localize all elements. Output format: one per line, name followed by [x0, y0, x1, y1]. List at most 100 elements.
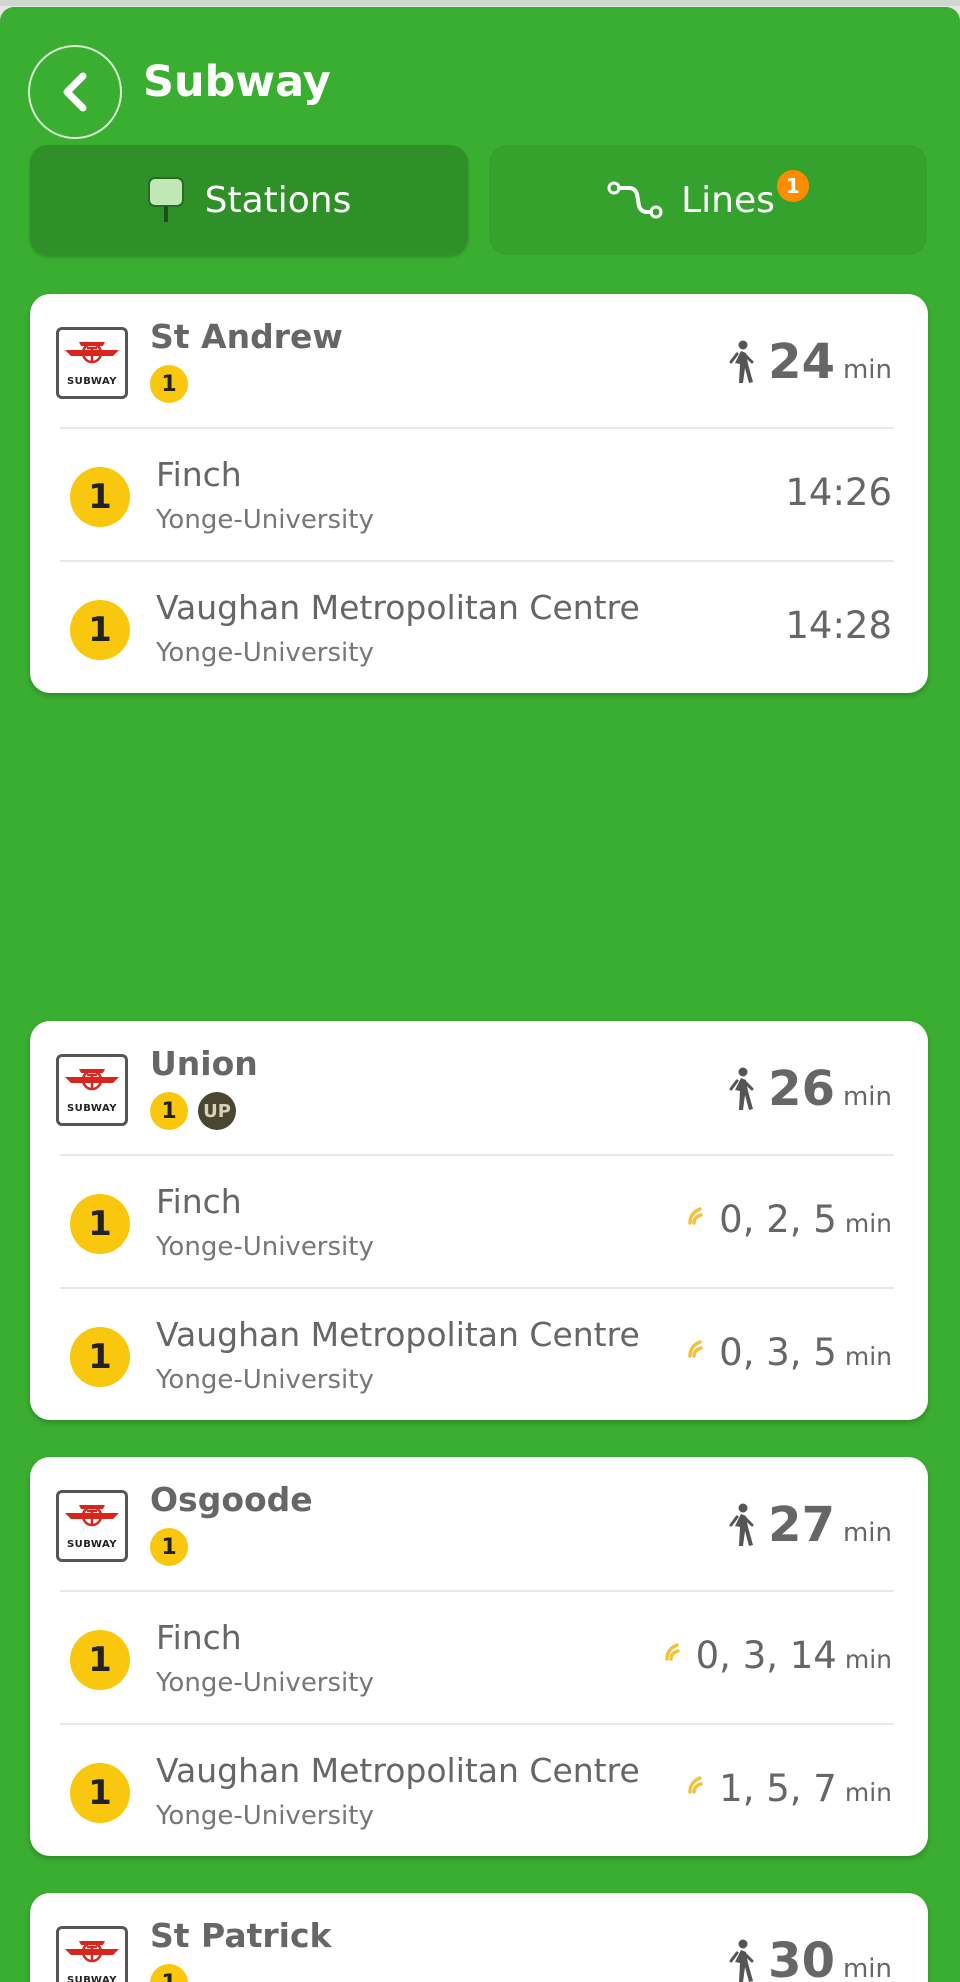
walking-person-icon	[728, 340, 754, 388]
departure-value: 0, 3, 14	[695, 1634, 837, 1677]
departure-unit: min	[844, 1209, 892, 1238]
tab-lines-label: Lines	[681, 179, 775, 221]
walking-person-icon	[728, 1939, 754, 1982]
walk-time: 26 min	[728, 1061, 892, 1117]
station-card[interactable]: SUBWAY St Andrew 1 24 min 1 Finch Yonge-Univers…	[30, 294, 928, 693]
logo-text: SUBWAY	[66, 376, 117, 387]
line-name: Yonge-University	[156, 1232, 374, 1262]
departure-time: 0, 2, 5 min	[687, 1198, 892, 1241]
departure-row[interactable]: 1 Vaughan Metropolitan Centre Yonge-Univer…	[30, 1723, 928, 1856]
departure-value: 0, 3, 5	[719, 1331, 837, 1374]
line-chip: 1	[70, 467, 130, 527]
logo-text: SUBWAY	[66, 1539, 117, 1550]
lines-badge: 1	[776, 170, 809, 202]
walking-person-icon	[728, 1067, 754, 1115]
logo-text: SUBWAY	[66, 1975, 117, 1982]
line-chip: 1	[70, 1763, 130, 1823]
departure-row[interactable]: 1 Finch Yonge-University 0, 2, 5 min	[30, 1154, 928, 1287]
line-chip: 1	[150, 1528, 188, 1566]
departure-row[interactable]: 1 Vaughan Metropolitan Centre Yonge-Univer…	[30, 1287, 928, 1420]
walk-time: 27 min	[728, 1497, 892, 1553]
line-chip: 1	[150, 1964, 188, 1982]
station-name: Union	[150, 1044, 258, 1083]
station-header[interactable]: SUBWAY Osgoode 1 27 min	[30, 1457, 928, 1590]
station-name: St Patrick	[150, 1916, 332, 1955]
tab-stations[interactable]: Stations	[30, 145, 468, 255]
station-header[interactable]: SUBWAY Union 1 UP 26 min	[30, 1021, 928, 1154]
station-card[interactable]: SUBWAY Union 1 UP 26 min 1 Finch Yonge-Universit…	[30, 1021, 928, 1420]
departure-time: 0, 3, 14 min	[664, 1634, 892, 1677]
departure-value: 1, 5, 7	[719, 1767, 837, 1810]
station-name: St Andrew	[150, 317, 343, 356]
walk-time: 24 min	[728, 334, 892, 390]
station-lines: 1	[150, 365, 198, 403]
destination-name: Finch	[156, 1182, 242, 1221]
walk-unit: min	[842, 1518, 892, 1548]
line-name: Yonge-University	[156, 1365, 374, 1395]
tab-lines[interactable]: Lines 1	[489, 145, 927, 255]
line-name: Yonge-University	[156, 1668, 374, 1698]
station-card[interactable]: SUBWAY St Patrick 1 30min	[30, 1893, 928, 1982]
line-chip: 1	[70, 600, 130, 660]
back-button[interactable]	[28, 45, 122, 139]
departure-row[interactable]: 1 Vaughan Metropolitan Centre Yonge-Univer…	[30, 560, 928, 693]
destination-name: Finch	[156, 455, 242, 494]
departure-unit: min	[844, 1778, 892, 1807]
departure-unit: min	[844, 1342, 892, 1371]
walk-unit: min	[842, 355, 892, 385]
realtime-signal-icon	[687, 1325, 709, 1368]
departure-unit: min	[844, 1645, 892, 1674]
station-lines: 1	[150, 1528, 198, 1566]
station-card[interactable]: SUBWAY Osgoode 1 27 min 1 Finch Yonge-Universit…	[30, 1457, 928, 1856]
station-name: Osgoode	[150, 1480, 313, 1519]
station-lines: 1 UP	[150, 1092, 246, 1130]
destination-name: Finch	[156, 1618, 242, 1657]
walking-person-icon	[728, 1503, 754, 1551]
ttc-subway-logo: SUBWAY	[56, 327, 128, 399]
departure-time: 0, 3, 5 min	[687, 1331, 892, 1374]
walk-minutes: 27	[768, 1497, 835, 1553]
departure-time: 14:28	[785, 604, 892, 647]
line-name: Yonge-University	[156, 505, 374, 535]
line-chip: 1	[70, 1630, 130, 1690]
station-header[interactable]: SUBWAY St Andrew 1 24 min	[30, 294, 928, 427]
walk-minutes: 24	[768, 334, 835, 390]
walk-unit: min	[842, 1954, 892, 1982]
subway-panel: Subway Stations Lines 1 SUBWAY St Andrew 1…	[0, 7, 960, 1982]
destination-name: Vaughan Metropolitan Centre	[156, 1751, 640, 1790]
realtime-signal-icon	[687, 1761, 709, 1804]
departure-row[interactable]: 1 Finch Yonge-University 14:26	[30, 427, 928, 560]
ttc-subway-logo: SUBWAY	[56, 1926, 128, 1982]
tab-stations-label: Stations	[204, 179, 352, 221]
line-chip: 1	[70, 1327, 130, 1387]
walk-minutes: 26	[768, 1061, 835, 1117]
chevron-left-icon	[63, 72, 87, 112]
destination-name: Vaughan Metropolitan Centre	[156, 1315, 640, 1354]
realtime-signal-icon	[687, 1192, 709, 1235]
departure-value: 0, 2, 5	[719, 1198, 837, 1241]
walk-time: 30 min	[728, 1933, 892, 1982]
line-name: Yonge-University	[156, 638, 374, 668]
station-pin-icon	[147, 176, 187, 224]
line-name: Yonge-University	[156, 1801, 374, 1831]
walk-minutes: 30	[768, 1933, 835, 1982]
line-chip: 1	[150, 365, 188, 403]
ttc-subway-logo: SUBWAY	[56, 1054, 128, 1126]
page-title: Subway	[143, 57, 331, 107]
departure-time: 14:26	[785, 471, 892, 514]
logo-text: SUBWAY	[66, 1103, 117, 1114]
destination-name: Vaughan Metropolitan Centre	[156, 588, 640, 627]
departure-value: 14:28	[785, 604, 892, 647]
line-chip: 1	[150, 1092, 188, 1130]
walk-unit: min	[842, 1082, 892, 1112]
line-chip: 1	[70, 1194, 130, 1254]
departure-row[interactable]: 1 Finch Yonge-University 0, 3, 14 min	[30, 1590, 928, 1723]
route-line-icon	[607, 180, 663, 220]
station-lines: 1	[150, 1964, 198, 1982]
ttc-subway-logo: SUBWAY	[56, 1490, 128, 1562]
station-header[interactable]: SUBWAY St Patrick 1 30min	[30, 1893, 928, 1982]
map-road	[0, 0, 960, 6]
realtime-signal-icon	[664, 1628, 686, 1671]
departure-time: 1, 5, 7 min	[687, 1767, 892, 1810]
departure-value: 14:26	[785, 471, 892, 514]
